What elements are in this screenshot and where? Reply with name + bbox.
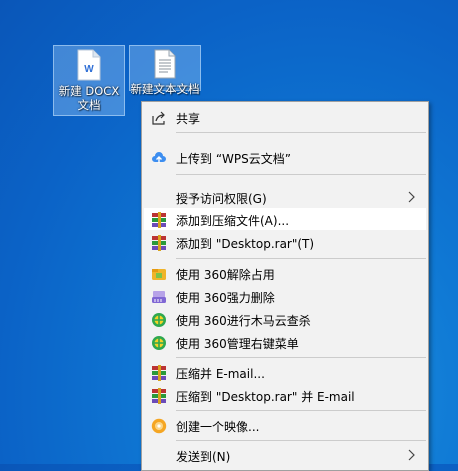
- menu-item-label: 压缩到 "Desktop.rar" 并 E-mail: [176, 390, 355, 404]
- menu-item-label: 使用 360强力删除: [176, 291, 275, 305]
- menu-separator: [176, 440, 426, 441]
- menu-item-compress-email[interactable]: 压缩并 E-mail...: [144, 361, 426, 383]
- desktop-icon-label: 新建 DOCX: [58, 84, 120, 98]
- menu-item-360-shred[interactable]: 使用 360强力删除: [144, 285, 426, 307]
- menu-item-label: 添加到压缩文件(A)...: [176, 214, 290, 228]
- menu-item-360-trojan-scan[interactable]: 使用 360进行木马云查杀: [144, 308, 426, 330]
- menu-item-label: 授予访问权限(G): [176, 192, 267, 206]
- menu-item-label: 共享: [176, 112, 201, 126]
- desktop-icon-new-docx[interactable]: W 新建 DOCX 文档: [53, 45, 125, 116]
- menu-separator: [176, 410, 426, 411]
- disc-image-icon: [151, 418, 167, 434]
- menu-item-send-to[interactable]: 发送到(N): [144, 444, 426, 466]
- menu-item-label: 压缩并 E-mail...: [176, 367, 265, 381]
- menu-item-label: 使用 360管理右键菜单: [176, 337, 299, 351]
- winrar-icon: [151, 365, 167, 381]
- winrar-icon: [151, 212, 167, 228]
- menu-separator: [176, 174, 426, 175]
- text-file-icon: [154, 49, 176, 79]
- context-menu: 共享 上传到 “WPS云文档” 授予访问权限(G) 添加到压缩文件(A)... …: [141, 101, 429, 471]
- menu-item-upload-wps[interactable]: 上传到 “WPS云文档”: [144, 146, 426, 168]
- menu-separator: [176, 132, 426, 133]
- menu-item-create-image[interactable]: 创建一个映像...: [144, 414, 426, 436]
- menu-separator: [176, 258, 426, 259]
- desktop-icon-label: 新建文本文档: [130, 82, 200, 96]
- menu-item-label: 使用 360解除占用: [176, 268, 275, 282]
- wps-docx-icon: W: [77, 49, 101, 81]
- menu-separator: [176, 357, 426, 358]
- chevron-right-icon: [408, 191, 415, 203]
- 360-scan-icon: [152, 313, 166, 327]
- menu-item-add-to-archive[interactable]: 添加到压缩文件(A)...: [144, 208, 426, 230]
- menu-item-label: 添加到 "Desktop.rar"(T): [176, 237, 315, 251]
- menu-item-share[interactable]: 共享: [144, 106, 426, 128]
- desktop-icon-new-text-document[interactable]: 新建文本文档: [129, 45, 201, 96]
- menu-item-label: 使用 360进行木马云查杀: [176, 314, 311, 328]
- menu-item-360-manage-menu[interactable]: 使用 360管理右键菜单: [144, 331, 426, 353]
- 360-unlock-icon: [152, 269, 166, 280]
- menu-item-grant-access[interactable]: 授予访问权限(G): [144, 186, 426, 208]
- menu-item-label: 上传到 “WPS云文档”: [176, 152, 291, 166]
- chevron-right-icon: [408, 449, 415, 461]
- desktop-icon-label-line2: 文档: [77, 98, 101, 112]
- menu-item-label: 创建一个映像...: [176, 420, 260, 434]
- share-icon: [152, 111, 165, 125]
- menu-item-compress-desktop-rar-email[interactable]: 压缩到 "Desktop.rar" 并 E-mail: [144, 384, 426, 406]
- 360-shred-icon: [152, 291, 166, 303]
- svg-text:W: W: [84, 64, 94, 75]
- menu-item-360-unlock[interactable]: 使用 360解除占用: [144, 262, 426, 284]
- 360-menu-icon: [152, 336, 166, 350]
- cloud-upload-icon: [152, 152, 166, 163]
- winrar-icon: [151, 235, 167, 251]
- menu-item-add-to-desktop-rar[interactable]: 添加到 "Desktop.rar"(T): [144, 231, 426, 253]
- winrar-icon: [151, 388, 167, 404]
- menu-item-label: 发送到(N): [176, 450, 231, 464]
